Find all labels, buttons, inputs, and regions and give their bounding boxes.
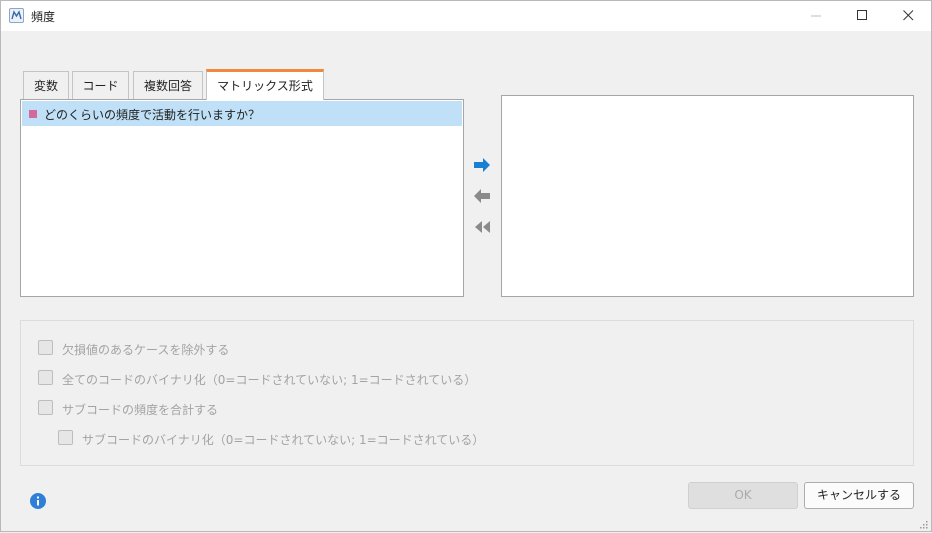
- info-icon[interactable]: [30, 493, 46, 509]
- close-button[interactable]: [885, 1, 931, 31]
- binarize-all-checkbox[interactable]: [38, 370, 53, 385]
- binarize-subcodes-checkbox[interactable]: [58, 430, 73, 445]
- title-bar: 頻度: [1, 1, 931, 31]
- arrow-left-icon: [474, 189, 490, 203]
- sum-subcodes-checkbox[interactable]: [38, 400, 53, 415]
- arrow-right-icon: [474, 158, 490, 172]
- close-icon: [903, 10, 914, 21]
- exclude-missing-label: 欠損値のあるケースを除外する: [62, 343, 230, 357]
- cancel-button[interactable]: キャンセルする: [804, 482, 914, 509]
- add-to-selection-button[interactable]: [473, 157, 493, 173]
- minimize-icon: [811, 15, 821, 17]
- tab-matrix-format[interactable]: マトリックス形式: [206, 69, 324, 100]
- source-list[interactable]: どのくらいの頻度で活動を行いますか？: [20, 99, 464, 297]
- maximize-icon: [857, 10, 867, 20]
- tab-multiple-response[interactable]: 複数回答: [133, 71, 203, 99]
- binarize-subcodes-label: サブコードのバイナリ化（0=コードされていない; 1=コードされている）: [82, 433, 485, 447]
- remove-from-selection-button[interactable]: [473, 188, 493, 204]
- frequency-dialog: 頻度 変数 コード 複数回答 マトリックス形式 どのくらいの頻度で活動を行います…: [0, 0, 932, 532]
- tab-codes[interactable]: コード: [72, 71, 129, 99]
- app-icon: [9, 8, 24, 23]
- double-arrow-left-icon: [475, 221, 490, 233]
- sum-subcodes-label: サブコードの頻度を合計する: [62, 403, 219, 417]
- ok-button[interactable]: OK: [688, 482, 798, 509]
- list-item-label: どのくらいの頻度で活動を行いますか？: [44, 108, 261, 122]
- exclude-missing-checkbox[interactable]: [38, 340, 53, 355]
- matrix-question-icon: [29, 110, 37, 118]
- target-list[interactable]: [501, 95, 914, 297]
- resize-grip-icon[interactable]: [919, 519, 929, 529]
- window-title: 頻度: [31, 10, 56, 24]
- tab-variables[interactable]: 変数: [23, 71, 69, 99]
- maximize-button[interactable]: [839, 1, 885, 31]
- binarize-all-label: 全てのコードのバイナリ化（0=コードされていない; 1=コードされている）: [62, 373, 477, 387]
- minimize-button[interactable]: [793, 1, 839, 31]
- list-item[interactable]: どのくらいの頻度で活動を行いますか？: [22, 101, 462, 126]
- options-group: 欠損値のあるケースを除外する 全てのコードのバイナリ化（0=コードされていない;…: [20, 320, 914, 466]
- remove-all-button[interactable]: [473, 219, 493, 235]
